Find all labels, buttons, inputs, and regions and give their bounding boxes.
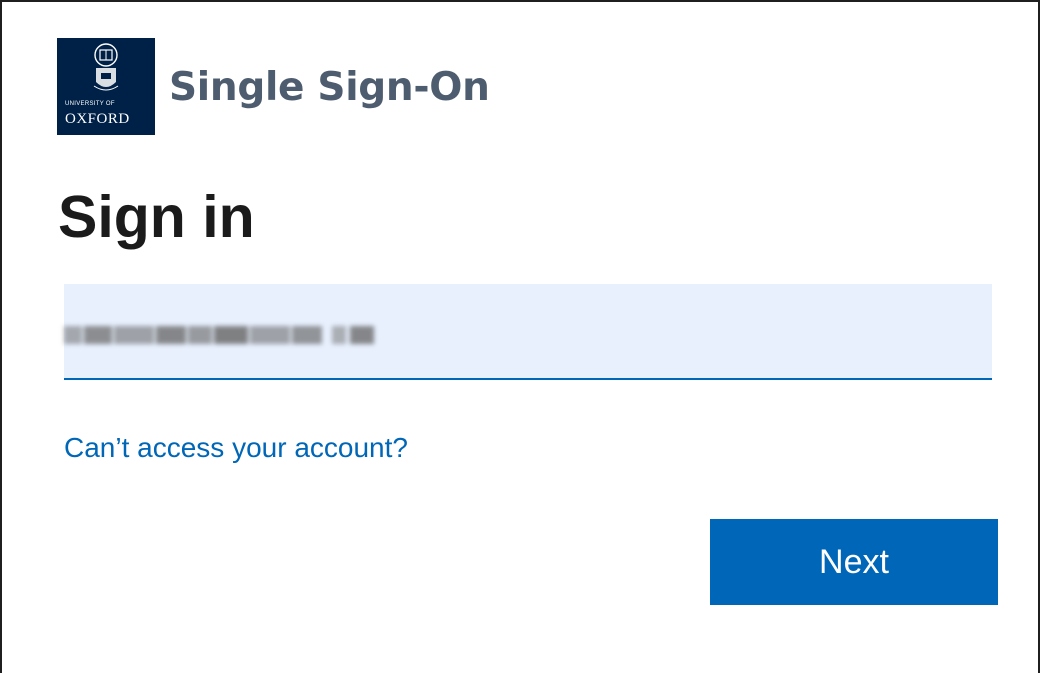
next-button[interactable]: Next: [710, 519, 998, 605]
email-field-container: [64, 284, 992, 380]
cant-access-account-link[interactable]: Can’t access your account?: [64, 430, 408, 466]
crest-icon: [93, 43, 119, 91]
email-field[interactable]: [64, 284, 992, 378]
oxford-logo: UNIVERSITY OF OXFORD: [57, 38, 155, 135]
page-title: Sign in: [58, 184, 255, 250]
app-title: Single Sign-On: [169, 65, 490, 110]
logo-oxford-text: OXFORD: [65, 111, 130, 127]
sign-in-panel: UNIVERSITY OF OXFORD Single Sign-On Sign…: [0, 0, 1040, 673]
logo-university-text: UNIVERSITY OF: [65, 101, 115, 107]
